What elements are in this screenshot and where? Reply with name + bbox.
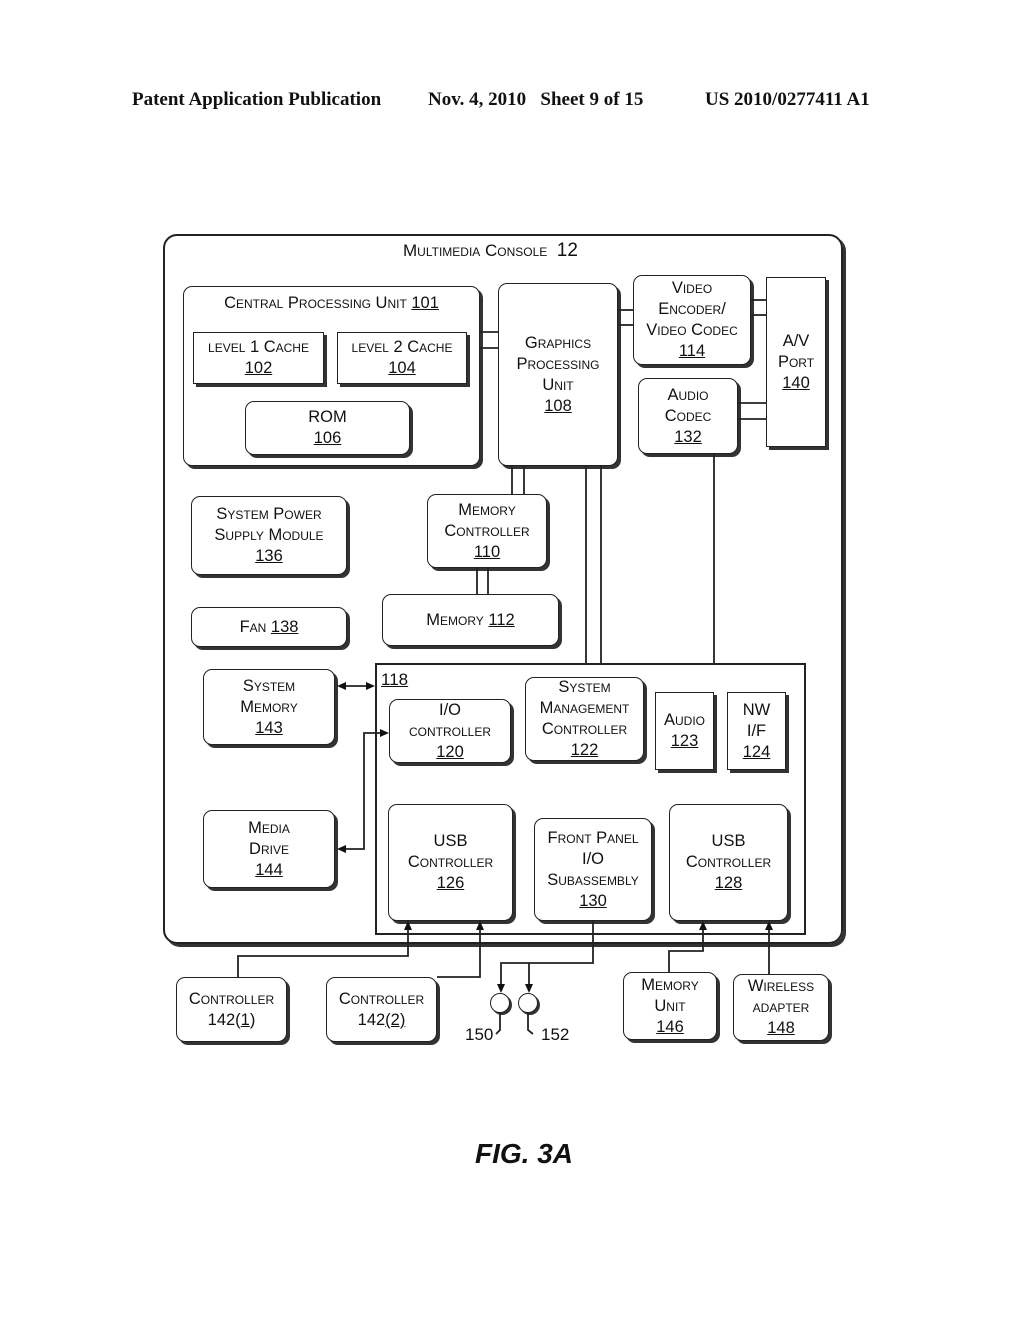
level-2-cache: level 2 Cache 104: [337, 332, 467, 384]
level-1-cache: level 1 Cache 102: [193, 332, 324, 384]
media-drive-box: Media Drive 144: [203, 810, 335, 888]
date-sheet-label: Nov. 4, 2010 Sheet 9 of 15: [428, 89, 644, 110]
fan-box: Fan 138: [191, 607, 347, 647]
hub-ref: 118: [381, 670, 409, 689]
power-supply-box: System Power Supply Module 136: [191, 496, 347, 575]
audio-codec-box: Audio Codec 132: [638, 378, 738, 454]
rom-box: ROM 106: [245, 401, 410, 455]
system-management-controller-box: System Management Controller 122: [525, 677, 644, 761]
console-title: Multimedia Console 12: [403, 240, 578, 261]
usb-controller-126-box: USB Controller 126: [388, 804, 513, 921]
publication-label: Patent Application Publication: [132, 89, 382, 110]
network-interface-box: NW I/F 124: [727, 692, 786, 770]
port-150-label: 150: [465, 1025, 494, 1044]
memory-box: Memory 112: [382, 594, 559, 646]
usb-controller-128-box: USB Controller 128: [669, 804, 788, 921]
io-controller-box: I/O controller 120: [389, 699, 511, 763]
figure-label: FIG. 3A: [474, 1138, 573, 1169]
video-encoder-box: Video Encoder/ Video Codec 114: [633, 275, 751, 365]
front-panel-box: Front Panel I/O Subassembly 130: [534, 818, 652, 921]
port-152-label: 152: [541, 1025, 570, 1044]
controller-2-box: Controller 142(2): [326, 977, 437, 1042]
system-memory-box: System Memory 143: [203, 669, 335, 745]
memory-unit-box: Memory Unit 146: [623, 972, 717, 1040]
port-152-icon: [518, 993, 538, 1013]
memory-controller-box: Memory Controller 110: [427, 494, 547, 568]
port-150-icon: [490, 993, 510, 1013]
wireless-adapter-box: Wireless adapter 148: [733, 974, 829, 1041]
cpu-title: Central Processing Unit 101: [224, 294, 439, 312]
gpu-box: Graphics Processing Unit 108: [498, 283, 618, 466]
patent-number: US 2010/0277411 A1: [705, 89, 870, 110]
audio-box: Audio 123: [655, 692, 714, 770]
av-port-box: A/V Port 140: [766, 277, 826, 447]
controller-1-box: Controller 142(1): [176, 977, 287, 1042]
